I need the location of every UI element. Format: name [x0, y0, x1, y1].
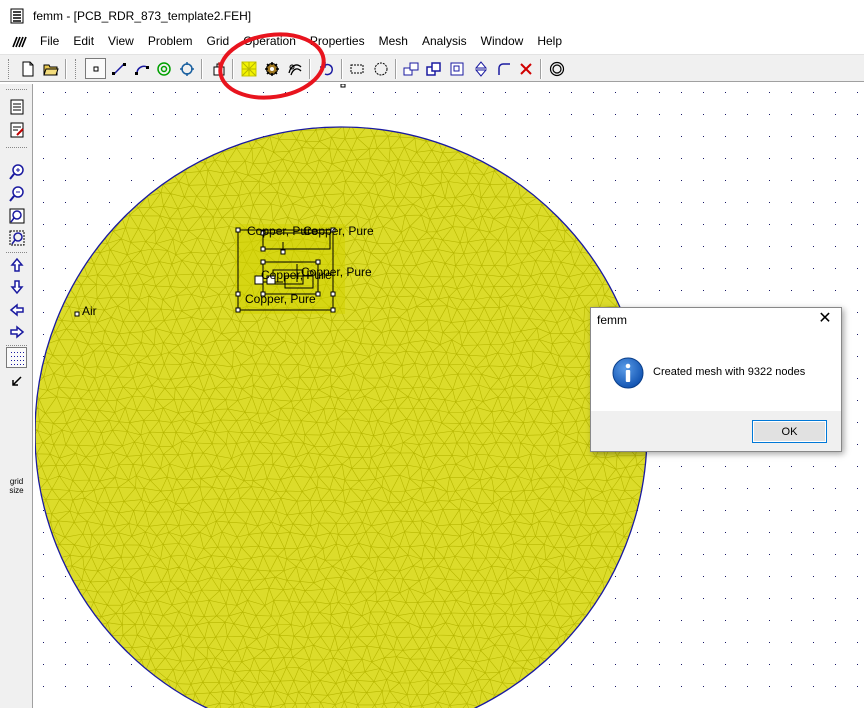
- open-file-button[interactable]: [40, 58, 61, 79]
- pan-down-button[interactable]: [6, 276, 27, 297]
- node-mode-icon: [93, 66, 98, 71]
- zoom-natural-icon: [9, 208, 24, 223]
- group-mode-button[interactable]: [176, 58, 197, 79]
- show-props-icon: [10, 99, 23, 114]
- label-copper-top-overlap: Copper, Pure: [303, 224, 374, 238]
- show-grid-button[interactable]: [6, 347, 27, 368]
- pan-right-button[interactable]: [6, 321, 27, 342]
- scale-button[interactable]: [446, 58, 467, 79]
- toolbar-separator: [540, 59, 542, 79]
- toolbar-separator: [341, 59, 343, 79]
- zoom-natural-button[interactable]: [6, 205, 27, 226]
- box-select-button[interactable]: [346, 58, 367, 79]
- toolbar-grip[interactable]: [6, 89, 27, 92]
- block-label-button[interactable]: [153, 58, 174, 79]
- message-dialog: femm ✕ Created mesh with 9322 nodes OK: [590, 307, 842, 452]
- toolbar-grip[interactable]: [6, 147, 27, 150]
- zoom-in-icon: [8, 163, 24, 180]
- menu-window[interactable]: Window: [474, 31, 531, 52]
- toolbar-separator: [201, 59, 203, 79]
- pan-up-button[interactable]: [6, 254, 27, 275]
- open-boundary-icon: [549, 61, 564, 76]
- grid-size-button[interactable]: [6, 392, 27, 413]
- fillet-button[interactable]: [493, 58, 514, 79]
- arc-mode-button[interactable]: [131, 58, 152, 79]
- menu-help[interactable]: Help: [530, 31, 569, 52]
- fillet-icon: [497, 62, 510, 75]
- circle-select-button[interactable]: [370, 58, 391, 79]
- new-file-icon: [22, 61, 33, 76]
- circle-select-icon: [374, 62, 387, 75]
- grid-size-label[interactable]: grid size: [4, 477, 29, 495]
- dialog-body: Created mesh with 9322 nodes: [591, 334, 841, 411]
- edit-props-button[interactable]: [6, 119, 27, 140]
- main-toolbar: [0, 54, 864, 82]
- snap-grid-button[interactable]: [6, 370, 27, 391]
- menu-problem[interactable]: Problem: [141, 31, 200, 52]
- toolbar-separator: [65, 59, 67, 79]
- menu-mesh[interactable]: Mesh: [372, 31, 415, 52]
- menu-view[interactable]: View: [101, 31, 141, 52]
- menu-file[interactable]: File: [33, 31, 66, 52]
- title-bar: femm - [PCB_RDR_873_template2.FEH]: [0, 0, 864, 31]
- show-grid-icon: [10, 351, 24, 365]
- copy-button[interactable]: [423, 58, 444, 79]
- block-label-icon: [156, 61, 171, 76]
- toolbar-separator: [395, 59, 397, 79]
- open-boundary-button[interactable]: [546, 58, 567, 79]
- zoom-out-button[interactable]: [6, 183, 27, 204]
- edit-props-icon: [10, 122, 24, 137]
- femm-app-icon[interactable]: [9, 8, 25, 24]
- copy-icon: [425, 61, 441, 76]
- pan-down-icon: [9, 279, 24, 294]
- window-title: femm - [PCB_RDR_873_template2.FEH]: [33, 8, 252, 23]
- document-menu-icon[interactable]: [11, 34, 27, 50]
- dialog-message: Created mesh with 9322 nodes: [653, 366, 806, 378]
- ok-button[interactable]: OK: [752, 420, 827, 443]
- show-props-button[interactable]: [6, 96, 27, 117]
- zoom-window-button[interactable]: [6, 227, 27, 248]
- close-icon[interactable]: ✕: [817, 311, 833, 327]
- open-folder-icon: [42, 64, 59, 75]
- scale-icon: [450, 62, 463, 75]
- menu-edit[interactable]: Edit: [66, 31, 101, 52]
- dialog-footer: OK: [591, 411, 841, 451]
- arc-mode-icon: [134, 65, 149, 75]
- red-annotation-circle: [218, 32, 326, 100]
- toolbar-grip[interactable]: [75, 59, 78, 79]
- move-button[interactable]: [400, 58, 421, 79]
- segment-mode-button[interactable]: [108, 58, 129, 79]
- mirror-button[interactable]: [470, 58, 491, 79]
- zoom-out-icon: [8, 185, 24, 202]
- move-icon: [403, 62, 418, 75]
- label-air: Air: [82, 304, 97, 318]
- mirror-icon: [474, 60, 487, 77]
- label-copper-bottom: Copper, Pure: [245, 292, 316, 306]
- pan-left-button[interactable]: [6, 299, 27, 320]
- menu-analysis[interactable]: Analysis: [415, 31, 474, 52]
- pan-left-icon: [9, 302, 24, 317]
- toolbar-grip[interactable]: [8, 59, 11, 79]
- pan-up-icon: [9, 257, 24, 272]
- box-select-icon: [350, 64, 363, 73]
- delete-button[interactable]: [515, 58, 536, 79]
- menu-bar: File Edit View Problem Grid Operation Pr…: [0, 31, 864, 52]
- zoom-window-icon: [9, 230, 24, 245]
- node-mode-button[interactable]: [85, 58, 106, 79]
- info-icon: [612, 357, 644, 389]
- view-toolbar: grid size: [0, 84, 33, 708]
- new-file-button[interactable]: [17, 58, 38, 79]
- group-mode-icon: [179, 61, 194, 76]
- snap-grid-icon: [11, 375, 22, 386]
- delete-icon: [519, 62, 532, 75]
- zoom-in-button[interactable]: [6, 161, 27, 182]
- segment-mode-icon: [111, 62, 126, 75]
- dialog-title: femm: [597, 313, 627, 327]
- pan-right-icon: [9, 324, 24, 339]
- label-copper-mid-overlap: Copper, Pure: [301, 265, 372, 279]
